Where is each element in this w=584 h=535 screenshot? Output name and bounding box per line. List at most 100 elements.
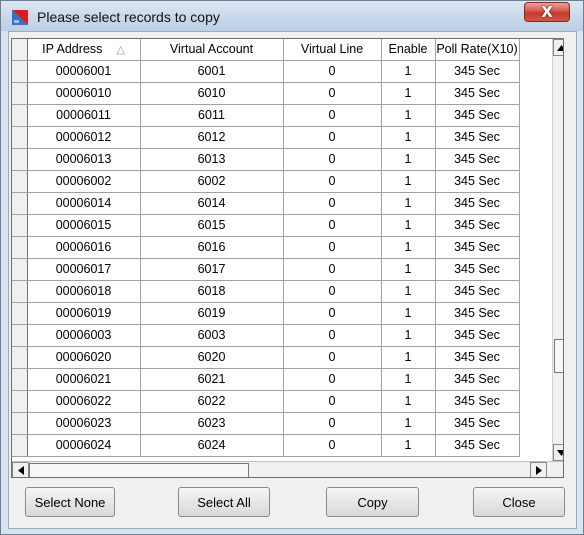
virtual-line-cell: 0 xyxy=(283,302,382,325)
table-row[interactable]: 00006021 6021 0 1 345 Sec xyxy=(12,368,520,391)
row-selector[interactable] xyxy=(12,148,28,171)
row-selector[interactable] xyxy=(12,126,28,149)
enable-cell: 1 xyxy=(381,148,436,171)
scroll-right-button[interactable] xyxy=(530,462,547,477)
poll-rate-cell: 345 Sec xyxy=(435,368,520,391)
table-row[interactable]: 00006022 6022 0 1 345 Sec xyxy=(12,390,520,413)
ip-address-cell: 00006020 xyxy=(27,346,141,369)
virtual-account-cell: 6001 xyxy=(140,60,284,83)
row-selector[interactable] xyxy=(12,434,28,457)
title-bar[interactable]: Please select records to copy X xyxy=(1,1,583,31)
row-selector[interactable] xyxy=(12,390,28,413)
table-row[interactable]: 00006001 6001 0 1 345 Sec xyxy=(12,60,520,83)
ip-address-cell: 00006017 xyxy=(27,258,141,281)
ip-address-cell: 00006016 xyxy=(27,236,141,259)
enable-cell: 1 xyxy=(381,258,436,281)
table-row[interactable]: 00006018 6018 0 1 345 Sec xyxy=(12,280,520,303)
row-selector[interactable] xyxy=(12,170,28,193)
app-icon xyxy=(12,10,28,25)
poll-rate-cell: 345 Sec xyxy=(435,126,520,149)
table-row[interactable]: 00006003 6003 0 1 345 Sec xyxy=(12,324,520,347)
poll-rate-cell: 345 Sec xyxy=(435,60,520,83)
ip-address-cell: 00006021 xyxy=(27,368,141,391)
corner-cell[interactable] xyxy=(12,39,28,61)
column-header-enable[interactable]: Enable xyxy=(381,39,436,61)
virtual-line-cell: 0 xyxy=(283,192,382,215)
ip-address-cell: 00006011 xyxy=(27,104,141,127)
row-selector[interactable] xyxy=(12,82,28,105)
scroll-left-button[interactable] xyxy=(12,462,29,477)
close-button[interactable]: Close xyxy=(473,487,565,517)
virtual-line-cell: 0 xyxy=(283,368,382,391)
scroll-down-button[interactable] xyxy=(553,444,563,461)
horizontal-scrollbar[interactable] xyxy=(12,461,563,477)
virtual-line-cell: 0 xyxy=(283,324,382,347)
table-row[interactable]: 00006016 6016 0 1 345 Sec xyxy=(12,236,520,259)
virtual-line-cell: 0 xyxy=(283,104,382,127)
table-row[interactable]: 00006024 6024 0 1 345 Sec xyxy=(12,434,520,457)
virtual-account-cell: 6020 xyxy=(140,346,284,369)
row-selector[interactable] xyxy=(12,104,28,127)
ip-address-cell: 00006019 xyxy=(27,302,141,325)
vertical-scroll-thumb[interactable] xyxy=(554,339,563,373)
horizontal-scroll-thumb[interactable] xyxy=(29,463,249,477)
virtual-line-cell: 0 xyxy=(283,148,382,171)
enable-cell: 1 xyxy=(381,236,436,259)
table-row[interactable]: 00006012 6012 0 1 345 Sec xyxy=(12,126,520,149)
copy-button[interactable]: Copy xyxy=(326,487,419,517)
records-table: IP Address △ Virtual Account Virtual Line… xyxy=(12,39,520,457)
virtual-account-cell: 6014 xyxy=(140,192,284,215)
scroll-left-arrow-icon xyxy=(17,466,24,475)
window-close-button[interactable]: X xyxy=(524,2,570,22)
vertical-scrollbar[interactable] xyxy=(552,39,563,461)
table-row[interactable]: 00006023 6023 0 1 345 Sec xyxy=(12,412,520,435)
poll-rate-cell: 345 Sec xyxy=(435,258,520,281)
column-header-virtual-line[interactable]: Virtual Line xyxy=(283,39,382,61)
sort-ascending-icon: △ xyxy=(116,44,125,57)
table-row[interactable]: 00006020 6020 0 1 345 Sec xyxy=(12,346,520,369)
virtual-account-cell: 6024 xyxy=(140,434,284,457)
row-selector[interactable] xyxy=(12,346,28,369)
virtual-account-cell: 6023 xyxy=(140,412,284,435)
row-selector[interactable] xyxy=(12,60,28,83)
table-row[interactable]: 00006015 6015 0 1 345 Sec xyxy=(12,214,520,237)
row-selector[interactable] xyxy=(12,280,28,303)
virtual-account-cell: 6015 xyxy=(140,214,284,237)
virtual-account-cell: 6003 xyxy=(140,324,284,347)
virtual-line-cell: 0 xyxy=(283,82,382,105)
row-selector[interactable] xyxy=(12,236,28,259)
row-selector[interactable] xyxy=(12,368,28,391)
virtual-account-cell: 6017 xyxy=(140,258,284,281)
table-row[interactable]: 00006002 6002 0 1 345 Sec xyxy=(12,170,520,193)
ip-address-cell: 00006022 xyxy=(27,390,141,413)
enable-cell: 1 xyxy=(381,280,436,303)
table-row[interactable]: 00006011 6011 0 1 345 Sec xyxy=(12,104,520,127)
row-selector[interactable] xyxy=(12,192,28,215)
virtual-account-cell: 6018 xyxy=(140,280,284,303)
row-selector[interactable] xyxy=(12,324,28,347)
column-header-poll-rate[interactable]: Poll Rate(X10) xyxy=(435,39,520,61)
row-selector[interactable] xyxy=(12,302,28,325)
scroll-right-arrow-icon xyxy=(535,466,542,475)
column-header-ip-address[interactable]: IP Address △ xyxy=(27,39,141,61)
table-row[interactable]: 00006014 6014 0 1 345 Sec xyxy=(12,192,520,215)
table-row[interactable]: 00006013 6013 0 1 345 Sec xyxy=(12,148,520,171)
table-row[interactable]: 00006010 6010 0 1 345 Sec xyxy=(12,82,520,105)
virtual-line-cell: 0 xyxy=(283,170,382,193)
row-selector[interactable] xyxy=(12,214,28,237)
ip-address-cell: 00006002 xyxy=(27,170,141,193)
row-selector[interactable] xyxy=(12,258,28,281)
scroll-up-button[interactable] xyxy=(553,39,563,56)
table-row[interactable]: 00006019 6019 0 1 345 Sec xyxy=(12,302,520,325)
select-none-button[interactable]: Select None xyxy=(25,487,115,517)
virtual-line-cell: 0 xyxy=(283,214,382,237)
row-selector[interactable] xyxy=(12,412,28,435)
select-all-button[interactable]: Select All xyxy=(178,487,270,517)
table-row[interactable]: 00006017 6017 0 1 345 Sec xyxy=(12,258,520,281)
enable-cell: 1 xyxy=(381,60,436,83)
poll-rate-cell: 345 Sec xyxy=(435,170,520,193)
virtual-account-cell: 6011 xyxy=(140,104,284,127)
enable-cell: 1 xyxy=(381,170,436,193)
column-header-virtual-account[interactable]: Virtual Account xyxy=(140,39,284,61)
records-grid[interactable]: IP Address △ Virtual Account Virtual Line… xyxy=(11,38,564,478)
